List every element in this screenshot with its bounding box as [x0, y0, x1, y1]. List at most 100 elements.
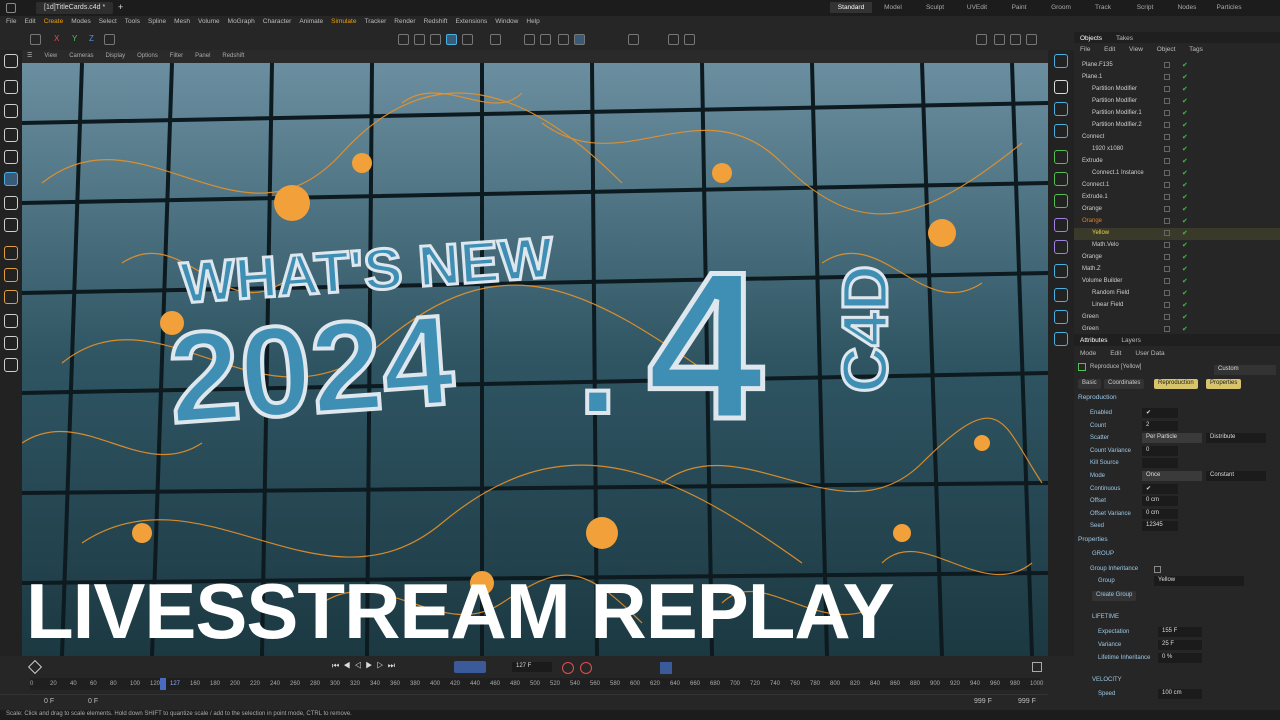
viewport-menu-view[interactable]: View	[39, 51, 62, 61]
move-icon[interactable]	[4, 128, 18, 142]
object-row[interactable]: Green ✔	[1074, 312, 1280, 324]
attr-value[interactable]: Once	[1142, 471, 1202, 481]
object-row[interactable]: Volume Builder ✔	[1074, 276, 1280, 288]
pen-icon[interactable]	[414, 34, 425, 45]
layer-checkbox[interactable]	[1164, 206, 1170, 212]
menu-volume[interactable]: Volume	[194, 16, 224, 27]
menu-spline[interactable]: Spline	[144, 16, 170, 27]
object-row[interactable]: Extrude.1 ✔	[1074, 192, 1280, 204]
create-group-button[interactable]: Create Group	[1092, 591, 1137, 601]
transform-icon[interactable]	[4, 196, 18, 210]
polygons-mode-icon[interactable]	[4, 290, 18, 304]
layer-checkbox[interactable]	[1164, 98, 1170, 104]
snap-icon[interactable]	[574, 34, 585, 45]
workspace-tab-uvedit[interactable]: UVEdit	[956, 2, 998, 13]
lifetime-value[interactable]: 25 F	[1158, 640, 1202, 650]
start-frame-field[interactable]: 0 F	[44, 698, 54, 705]
menu-extensions[interactable]: Extensions	[451, 16, 491, 27]
render-queue-icon[interactable]	[1026, 34, 1037, 45]
object-row[interactable]: Yellow ✔	[1074, 228, 1280, 240]
scale-icon[interactable]	[4, 172, 18, 186]
menu-redshift[interactable]: Redshift	[420, 16, 452, 27]
attr-value[interactable]: 12345	[1142, 521, 1178, 532]
deformer-object-icon[interactable]	[1054, 218, 1068, 232]
workspace-tab-track[interactable]: Track	[1082, 2, 1124, 13]
attr-alt-option[interactable]: Distribute	[1206, 433, 1266, 444]
app-icon[interactable]	[6, 3, 16, 13]
object-row[interactable]: Plane.1 ✔	[1074, 72, 1280, 84]
layer-checkbox[interactable]	[1164, 182, 1170, 188]
text-tool-icon[interactable]	[1054, 124, 1068, 138]
layer-checkbox[interactable]	[1164, 242, 1170, 248]
enabled-check-icon[interactable]: ✔	[1182, 241, 1188, 249]
menu-simulate[interactable]: Simulate	[327, 16, 360, 27]
speed-field[interactable]: 100 cm	[1158, 689, 1202, 699]
tab-attributes[interactable]: Attributes	[1074, 334, 1113, 347]
group-inheritance-checkbox[interactable]	[1154, 566, 1161, 573]
menu-mograph[interactable]: MoGraph	[224, 16, 259, 27]
enabled-check-icon[interactable]: ✔	[1182, 301, 1188, 309]
coordinate-system-icon[interactable]	[104, 34, 115, 45]
rotate-icon[interactable]	[4, 150, 18, 164]
objects-menu-tags[interactable]: Tags	[1183, 43, 1209, 56]
object-row[interactable]: Random Field ✔	[1074, 288, 1280, 300]
new-tab-button[interactable]: +	[118, 2, 123, 12]
box-select-icon[interactable]	[4, 104, 18, 118]
layer-checkbox[interactable]	[1164, 218, 1170, 224]
live-select-icon[interactable]	[4, 80, 18, 94]
enabled-check-icon[interactable]: ✔	[1182, 169, 1188, 177]
lifetime-value[interactable]: 0 %	[1158, 653, 1202, 663]
objects-menu-edit[interactable]: Edit	[1098, 43, 1121, 56]
attr-value[interactable]: ✔	[1142, 483, 1178, 494]
layer-checkbox[interactable]	[1164, 302, 1170, 308]
viewport-menu-display[interactable]: Display	[101, 51, 131, 61]
object-row[interactable]: Math.Velo ✔	[1074, 240, 1280, 252]
enabled-check-icon[interactable]: ✔	[1182, 133, 1188, 141]
menu-help[interactable]: Help	[522, 16, 543, 27]
cloner-icon[interactable]	[1054, 150, 1068, 164]
axis-z-toggle[interactable]: Z	[89, 34, 94, 43]
enabled-check-icon[interactable]: ✔	[1182, 157, 1188, 165]
menu-mesh[interactable]: Mesh	[170, 16, 194, 27]
enabled-check-icon[interactable]: ✔	[1182, 73, 1188, 81]
enabled-check-icon[interactable]: ✔	[1182, 217, 1188, 225]
enabled-check-icon[interactable]: ✔	[1182, 325, 1188, 333]
deformer-icon[interactable]	[462, 34, 473, 45]
enabled-check-icon[interactable]: ✔	[1182, 181, 1188, 189]
layer-checkbox[interactable]	[1164, 146, 1170, 152]
subdivision-icon[interactable]	[430, 34, 441, 45]
axis-y-toggle[interactable]: Y	[72, 34, 77, 43]
spline-pen-icon[interactable]	[1054, 54, 1068, 68]
enabled-check-icon[interactable]: ✔	[1182, 289, 1188, 297]
workspace-tab-model[interactable]: Model	[872, 2, 914, 13]
attr-mode-dropdown[interactable]: Custom	[1214, 365, 1276, 375]
lifetime-value[interactable]: 155 F	[1158, 627, 1202, 637]
workspace-tab-particles[interactable]: Particles	[1208, 2, 1250, 13]
attr-menu-userdata[interactable]: User Data	[1129, 347, 1170, 360]
object-row[interactable]: 1920 x1080 ✔	[1074, 144, 1280, 156]
object-row[interactable]: Orange ✔	[1074, 216, 1280, 228]
viewport-menu-filter[interactable]: Filter	[165, 51, 188, 61]
layer-checkbox[interactable]	[1164, 314, 1170, 320]
axis-icon[interactable]	[4, 218, 18, 232]
environment-icon[interactable]	[1054, 264, 1068, 278]
menu-tracker[interactable]: Tracker	[360, 16, 390, 27]
render-region-icon[interactable]	[976, 34, 987, 45]
viewport-menu-cameras[interactable]: Cameras	[64, 51, 98, 61]
document-tab[interactable]: [1d]TitleCards.c4d *	[36, 2, 114, 14]
attr-menu-edit[interactable]: Edit	[1104, 347, 1127, 360]
render-active-icon[interactable]	[994, 34, 1005, 45]
enabled-check-icon[interactable]: ✔	[1182, 121, 1188, 129]
menu-window[interactable]: Window	[491, 16, 522, 27]
tab-layers[interactable]: Layers	[1115, 334, 1147, 347]
points-mode-icon[interactable]	[4, 246, 18, 260]
cube-icon[interactable]	[398, 34, 409, 45]
layer-checkbox[interactable]	[1164, 290, 1170, 296]
object-row[interactable]: Math.Z ✔	[1074, 264, 1280, 276]
enabled-check-icon[interactable]: ✔	[1182, 253, 1188, 261]
extrude-icon[interactable]	[446, 34, 457, 45]
layer-checkbox[interactable]	[1164, 254, 1170, 260]
camera-icon[interactable]	[1054, 288, 1068, 302]
tag-icon[interactable]	[1054, 332, 1068, 346]
group-header[interactable]: GROUP	[1092, 551, 1114, 557]
